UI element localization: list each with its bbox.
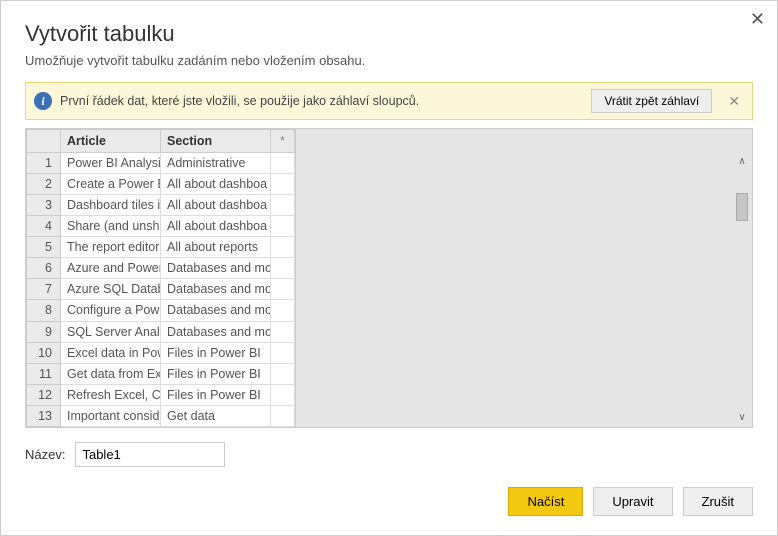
cell-article[interactable]: Power BI Analysis	[61, 153, 161, 174]
undo-headers-button[interactable]: Vrátit zpět záhlaví	[591, 89, 712, 113]
cell-article[interactable]: Refresh Excel, CSV	[61, 384, 161, 405]
cell-section[interactable]: All about dashboa	[161, 195, 271, 216]
cell-empty[interactable]	[271, 300, 295, 321]
scrollbar[interactable]: ∧ ∨	[734, 153, 750, 425]
info-icon: i	[34, 92, 52, 110]
cell-empty[interactable]	[271, 237, 295, 258]
table-row[interactable]: 11Get data from ExceFiles in Power BI	[27, 363, 295, 384]
cell-article[interactable]: Dashboard tiles in	[61, 195, 161, 216]
grid-table[interactable]: Article Section * 1Power BI AnalysisAdmi…	[26, 129, 295, 427]
row-number: 12	[27, 384, 61, 405]
cancel-button[interactable]: Zrušit	[683, 487, 754, 516]
cell-article[interactable]: Get data from Exce	[61, 363, 161, 384]
cell-section[interactable]: Files in Power BI	[161, 363, 271, 384]
edit-button[interactable]: Upravit	[593, 487, 672, 516]
row-number: 5	[27, 237, 61, 258]
row-number: 1	[27, 153, 61, 174]
cell-article[interactable]: The report editor..	[61, 237, 161, 258]
scroll-down-icon[interactable]: ∨	[734, 409, 750, 425]
table-row[interactable]: 6Azure and Power BDatabases and mo	[27, 258, 295, 279]
cell-article[interactable]: Azure and Power B	[61, 258, 161, 279]
cell-section[interactable]: Administrative	[161, 153, 271, 174]
row-number: 3	[27, 195, 61, 216]
cell-article[interactable]: Excel data in Powe	[61, 342, 161, 363]
cell-section[interactable]: Databases and mo	[161, 279, 271, 300]
cell-empty[interactable]	[271, 216, 295, 237]
cell-article[interactable]: Important conside	[61, 405, 161, 426]
cell-section[interactable]: Files in Power BI	[161, 384, 271, 405]
cell-empty[interactable]	[271, 258, 295, 279]
cell-empty[interactable]	[271, 195, 295, 216]
row-number: 6	[27, 258, 61, 279]
table-row[interactable]: 13Important consideGet data	[27, 405, 295, 426]
table-row[interactable]: 5The report editor..All about reports	[27, 237, 295, 258]
grid-empty-area: ∧ ∨	[295, 129, 752, 427]
name-row: Název:	[25, 442, 753, 467]
row-number: 2	[27, 174, 61, 195]
info-text: První řádek dat, které jste vložili, se …	[60, 94, 579, 108]
table-row[interactable]: 2Create a Power BIAll about dashboa	[27, 174, 295, 195]
cell-article[interactable]: SQL Server Analys	[61, 321, 161, 342]
cell-empty[interactable]	[271, 321, 295, 342]
row-number: 9	[27, 321, 61, 342]
row-number: 8	[27, 300, 61, 321]
info-bar: i První řádek dat, které jste vložili, s…	[25, 82, 753, 120]
dialog-title: Vytvořit tabulku	[25, 21, 753, 47]
cell-empty[interactable]	[271, 363, 295, 384]
table-row[interactable]: 4Share (and unsharAll about dashboa	[27, 216, 295, 237]
cell-section[interactable]: All about dashboa	[161, 216, 271, 237]
cell-empty[interactable]	[271, 174, 295, 195]
table-row[interactable]: 1Power BI AnalysisAdministrative	[27, 153, 295, 174]
table-name-input[interactable]	[75, 442, 225, 467]
cell-section[interactable]: Databases and mo	[161, 258, 271, 279]
cell-section[interactable]: Databases and mo	[161, 300, 271, 321]
cell-article[interactable]: Share (and unshar	[61, 216, 161, 237]
name-label: Název:	[25, 447, 65, 462]
scroll-thumb[interactable]	[736, 193, 748, 221]
dialog-footer: Načíst Upravit Zrušit	[25, 467, 753, 516]
cell-article[interactable]: Azure SQL Databa	[61, 279, 161, 300]
row-number: 11	[27, 363, 61, 384]
close-icon[interactable]: ✕	[750, 9, 765, 30]
cell-empty[interactable]	[271, 405, 295, 426]
cell-empty[interactable]	[271, 384, 295, 405]
cell-section[interactable]: All about reports	[161, 237, 271, 258]
row-number-header	[27, 130, 61, 153]
row-number: 13	[27, 405, 61, 426]
dialog-subtitle: Umožňuje vytvořit tabulku zadáním nebo v…	[25, 53, 753, 68]
cell-empty[interactable]	[271, 279, 295, 300]
scroll-up-icon[interactable]: ∧	[734, 153, 750, 169]
row-number: 7	[27, 279, 61, 300]
table-row[interactable]: 7Azure SQL DatabaDatabases and mo	[27, 279, 295, 300]
cell-article[interactable]: Create a Power BI	[61, 174, 161, 195]
table-row[interactable]: 10Excel data in PoweFiles in Power BI	[27, 342, 295, 363]
cell-article[interactable]: Configure a Power	[61, 300, 161, 321]
row-number: 4	[27, 216, 61, 237]
cell-section[interactable]: Databases and mo	[161, 321, 271, 342]
cell-section[interactable]: Get data	[161, 405, 271, 426]
cell-section[interactable]: Files in Power BI	[161, 342, 271, 363]
table-row[interactable]: 8Configure a PowerDatabases and mo	[27, 300, 295, 321]
table-row[interactable]: 3Dashboard tiles inAll about dashboa	[27, 195, 295, 216]
table-row[interactable]: 12Refresh Excel, CSVFiles in Power BI	[27, 384, 295, 405]
load-button[interactable]: Načíst	[508, 487, 583, 516]
column-header-article[interactable]: Article	[61, 130, 161, 153]
info-close-icon[interactable]: ✕	[724, 93, 744, 110]
column-header-section[interactable]: Section	[161, 130, 271, 153]
cell-section[interactable]: All about dashboa	[161, 174, 271, 195]
data-grid[interactable]: Article Section * 1Power BI AnalysisAdmi…	[25, 128, 753, 428]
cell-empty[interactable]	[271, 342, 295, 363]
create-table-dialog: Vytvořit tabulku Umožňuje vytvořit tabul…	[1, 1, 777, 535]
column-header-add[interactable]: *	[271, 130, 295, 153]
cell-empty[interactable]	[271, 153, 295, 174]
table-row[interactable]: 9SQL Server AnalysDatabases and mo	[27, 321, 295, 342]
row-number: 10	[27, 342, 61, 363]
